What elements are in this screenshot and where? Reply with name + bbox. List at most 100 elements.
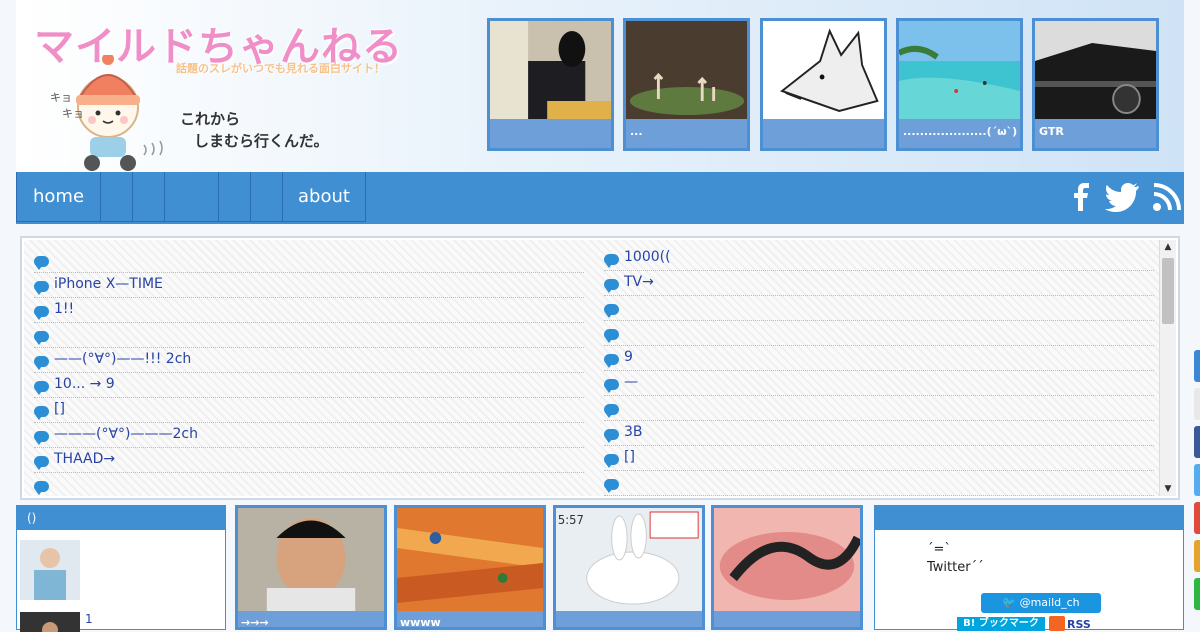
comment-bubble-icon <box>604 379 619 393</box>
comment-bubble-icon <box>604 479 619 493</box>
featured-article-4[interactable]: ....................(´ω`) <box>896 18 1023 151</box>
nav-item-about[interactable]: about <box>282 172 366 222</box>
comment-bubble-icon <box>604 329 619 343</box>
speech-bubble-text: これから しまむら行くんだ。 <box>180 108 329 152</box>
share-facebook-button[interactable] <box>1194 426 1200 458</box>
mid-caption-1: →→→ <box>241 616 269 629</box>
rss-feed-label[interactable]: RSS <box>1067 618 1091 631</box>
list-item[interactable]: [] <box>34 398 584 423</box>
mid-article-1[interactable]: →→→ <box>235 505 387 630</box>
ranking-panel: () 1 <box>16 505 226 632</box>
twitter-follow-button[interactable]: 🐦 @maild_ch <box>981 593 1101 613</box>
featured-caption-2: ... <box>630 125 643 138</box>
comment-bubble-icon <box>34 306 49 320</box>
share-button-strip <box>1194 350 1200 630</box>
comment-bubble-icon <box>34 406 49 420</box>
featured-article-1[interactable] <box>487 18 614 151</box>
comment-bubble-icon <box>604 279 619 293</box>
share-button-2[interactable] <box>1194 388 1200 420</box>
list-item[interactable]: ———(°∀°)———2ch <box>34 423 584 448</box>
comment-bubble-icon <box>604 404 619 418</box>
nav-item-2[interactable] <box>100 172 133 222</box>
list-item[interactable]: THAAD→ <box>34 448 584 473</box>
news-list-area[interactable]: iPhone X—TIME 1!! ——(°∀°)——!!! 2ch 10...… <box>24 240 1160 496</box>
featured-image-beach <box>899 21 1020 119</box>
list-item[interactable]: 1!! <box>34 298 584 323</box>
facebook-icon[interactable] <box>1072 182 1092 212</box>
comment-bubble-icon <box>604 454 619 468</box>
nav-item-6[interactable] <box>250 172 283 222</box>
mid-image-rabbit: 5:57 <box>556 508 702 611</box>
list-item[interactable]: 9 <box>604 346 1154 371</box>
hatena-bookmark-button[interactable]: B! ブックマーク <box>957 617 1045 631</box>
mid-article-4[interactable] <box>711 505 863 630</box>
list-item[interactable]: 10... → 9 <box>34 373 584 398</box>
list-item[interactable] <box>604 471 1154 496</box>
featured-image-hands-in-swamp <box>626 21 747 119</box>
featured-caption-5: GTR <box>1039 125 1064 138</box>
speech-line-2: しまむら行くんだ。 <box>194 132 329 150</box>
comment-bubble-icon <box>34 381 49 395</box>
nav-item-4[interactable] <box>164 172 219 222</box>
site-info-line-1: ´=` <box>927 542 951 557</box>
ranking-item-2[interactable]: 1 <box>85 612 93 626</box>
mid-article-3[interactable]: 5:57 <box>553 505 705 630</box>
list-item[interactable] <box>604 321 1154 346</box>
nav-item-5[interactable] <box>218 172 251 222</box>
ranking-thumbnail-2[interactable] <box>20 612 80 632</box>
list-item[interactable]: 3B <box>604 421 1154 446</box>
list-item[interactable] <box>34 473 584 496</box>
site-subtitle: 話題のスレがいつでも見れる面白サイト！ <box>176 62 385 75</box>
mid-caption-2: wwww <box>400 616 441 629</box>
svg-text:キョ: キョ <box>62 107 84 120</box>
comment-bubble-icon <box>604 254 619 268</box>
list-item[interactable] <box>34 323 584 348</box>
list-item[interactable] <box>604 396 1154 421</box>
share-line-button[interactable] <box>1194 578 1200 610</box>
featured-article-5[interactable]: GTR <box>1032 18 1159 151</box>
scroll-thumb[interactable] <box>1162 258 1174 324</box>
featured-article-3[interactable] <box>760 18 887 151</box>
mid-image-snake-lips <box>714 508 860 611</box>
scroll-up-arrow-icon[interactable]: ▲ <box>1160 240 1176 254</box>
list-item[interactable] <box>604 296 1154 321</box>
mid-image-sumo <box>238 508 384 611</box>
comment-bubble-icon <box>604 429 619 443</box>
list-item[interactable]: — <box>604 371 1154 396</box>
svg-text:キョ: キョ <box>50 91 72 104</box>
share-button-6[interactable] <box>1194 540 1200 572</box>
comment-bubble-icon <box>604 304 619 318</box>
comment-bubble-icon <box>34 481 49 495</box>
featured-image-black-car <box>1035 21 1156 119</box>
twitter-icon[interactable] <box>1104 182 1140 212</box>
nav-item-home[interactable]: home <box>16 172 101 222</box>
list-item[interactable]: 1000(( <box>604 246 1154 271</box>
rss-icon[interactable] <box>1152 182 1182 212</box>
site-info-heading <box>875 506 1183 530</box>
scroll-down-arrow-icon[interactable]: ▼ <box>1160 482 1176 496</box>
featured-image-wolf-sketch <box>763 21 884 119</box>
ranking-thumbnail-doctor[interactable] <box>20 540 80 600</box>
list-item[interactable]: [] <box>604 446 1154 471</box>
comment-bubble-icon <box>34 356 49 370</box>
main-nav: home about <box>16 172 1184 224</box>
comment-bubble-icon <box>34 431 49 445</box>
list-item[interactable] <box>34 248 584 273</box>
list-item[interactable]: TV→ <box>604 271 1154 296</box>
news-column-right: 1000(( TV→ 9 — 3B [] <box>604 246 1154 496</box>
news-column-left: iPhone X—TIME 1!! ——(°∀°)——!!! 2ch 10...… <box>34 248 584 496</box>
rss-feed-icon[interactable] <box>1049 616 1065 631</box>
list-item[interactable]: iPhone X—TIME <box>34 273 584 298</box>
featured-article-2[interactable]: ... <box>623 18 750 151</box>
share-button-5[interactable] <box>1194 502 1200 534</box>
list-item[interactable]: ——(°∀°)——!!! 2ch <box>34 348 584 373</box>
comment-bubble-icon <box>34 456 49 470</box>
share-twitter-button[interactable] <box>1194 464 1200 496</box>
speech-line-1: これから <box>180 110 241 128</box>
featured-image-masked-man <box>490 21 611 119</box>
mid-article-2[interactable]: wwww <box>394 505 546 630</box>
comment-bubble-icon <box>34 281 49 295</box>
nav-item-3[interactable] <box>132 172 165 222</box>
news-scrollbar[interactable]: ▲ ▼ <box>1159 240 1176 496</box>
share-button-1[interactable] <box>1194 350 1200 382</box>
